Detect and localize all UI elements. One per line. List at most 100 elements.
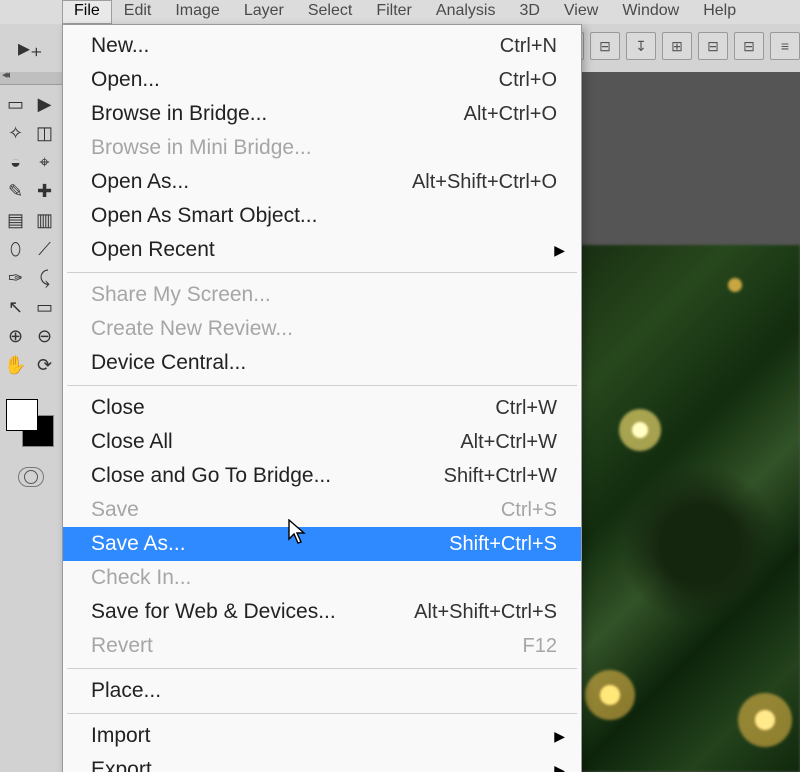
- menu-help[interactable]: Help: [691, 0, 748, 24]
- menu-separator: [67, 272, 577, 273]
- menu-item-close-and-go-to-bridge[interactable]: Close and Go To Bridge...Shift+Ctrl+W: [63, 459, 581, 493]
- tools-panel: ▭▶✧◫◒⌖✎✚▤▥⬯⟋✑⤹↖▭⊕⊖✋⟳: [0, 72, 63, 772]
- menu-item-export[interactable]: Export▶: [63, 753, 581, 772]
- tool-14[interactable]: ↖: [2, 294, 29, 321]
- menu-item-save-as[interactable]: Save As...Shift+Ctrl+S: [63, 527, 581, 561]
- submenu-arrow-icon: ▶: [554, 762, 565, 772]
- menu-item-shortcut: Alt+Ctrl+W: [460, 431, 557, 454]
- menu-item-close-all[interactable]: Close AllAlt+Ctrl+W: [63, 425, 581, 459]
- align-button-5[interactable]: ⊟: [698, 32, 728, 60]
- menu-item-label: Open...: [91, 68, 499, 92]
- menu-item-close[interactable]: CloseCtrl+W: [63, 391, 581, 425]
- menu-view[interactable]: View: [552, 0, 610, 24]
- menu-select[interactable]: Select: [296, 0, 364, 24]
- menu-item-label: Open As Smart Object...: [91, 204, 557, 228]
- menu-item-shortcut: Ctrl+O: [499, 69, 557, 92]
- menu-3d[interactable]: 3D: [507, 0, 551, 24]
- menu-item-create-new-review: Create New Review...: [63, 312, 581, 346]
- quick-mask-toggle[interactable]: [18, 467, 44, 487]
- menu-window[interactable]: Window: [610, 0, 691, 24]
- tool-8[interactable]: ▤: [2, 207, 29, 234]
- file-menu-dropdown: New...Ctrl+NOpen...Ctrl+OBrowse in Bridg…: [62, 24, 582, 772]
- menu-item-shortcut: F12: [523, 635, 557, 658]
- menu-item-save: SaveCtrl+S: [63, 493, 581, 527]
- photoshop-window: FileEditImageLayerSelectFilterAnalysis3D…: [0, 0, 800, 772]
- tool-16[interactable]: ⊕: [2, 323, 29, 350]
- menu-layer[interactable]: Layer: [232, 0, 296, 24]
- menu-item-shortcut: Ctrl+W: [495, 397, 557, 420]
- menu-item-label: Close and Go To Bridge...: [91, 464, 444, 488]
- menu-item-label: Save for Web & Devices...: [91, 600, 414, 624]
- menu-item-label: Browse in Mini Bridge...: [91, 136, 557, 160]
- menu-filter[interactable]: Filter: [364, 0, 424, 24]
- menu-item-shortcut: Alt+Shift+Ctrl+S: [414, 601, 557, 624]
- move-tool-icon: ▸₊: [18, 34, 43, 63]
- align-button-2[interactable]: ⊟: [590, 32, 620, 60]
- menu-item-browse-in-bridge[interactable]: Browse in Bridge...Alt+Ctrl+O: [63, 97, 581, 131]
- menu-item-device-central[interactable]: Device Central...: [63, 346, 581, 380]
- tool-9[interactable]: ▥: [31, 207, 58, 234]
- menu-item-label: Export: [91, 758, 557, 772]
- menu-item-share-my-screen: Share My Screen...: [63, 278, 581, 312]
- menu-file[interactable]: File: [62, 0, 112, 24]
- menu-item-place[interactable]: Place...: [63, 674, 581, 708]
- menu-item-shortcut: Alt+Shift+Ctrl+O: [412, 171, 557, 194]
- menu-item-shortcut: Ctrl+N: [500, 35, 557, 58]
- tool-19[interactable]: ⟳: [31, 352, 58, 379]
- menu-item-shortcut: Shift+Ctrl+S: [449, 533, 557, 556]
- menu-item-label: Device Central...: [91, 351, 557, 375]
- tool-18[interactable]: ✋: [2, 352, 29, 379]
- document-image[interactable]: [580, 245, 800, 772]
- tool-11[interactable]: ⟋: [31, 236, 58, 263]
- tool-13[interactable]: ⤹: [31, 265, 58, 292]
- align-button-4[interactable]: ⊞: [662, 32, 692, 60]
- menu-item-label: Revert: [91, 634, 523, 658]
- tool-2[interactable]: ✧: [2, 120, 29, 147]
- menu-item-open-recent[interactable]: Open Recent▶: [63, 233, 581, 267]
- foreground-color-swatch[interactable]: [6, 399, 38, 431]
- align-button-3[interactable]: ↧: [626, 32, 656, 60]
- menu-item-open[interactable]: Open...Ctrl+O: [63, 63, 581, 97]
- tool-6[interactable]: ✎: [2, 178, 29, 205]
- menu-item-label: Save As...: [91, 532, 449, 556]
- menu-edit[interactable]: Edit: [112, 0, 164, 24]
- align-button-6[interactable]: ⊟: [734, 32, 764, 60]
- submenu-arrow-icon: ▶: [554, 728, 565, 745]
- tool-1[interactable]: ▶: [31, 91, 58, 118]
- tool-7[interactable]: ✚: [31, 178, 58, 205]
- menu-image[interactable]: Image: [163, 0, 231, 24]
- tool-17[interactable]: ⊖: [31, 323, 58, 350]
- menu-item-browse-in-mini-bridge: Browse in Mini Bridge...: [63, 131, 581, 165]
- menu-item-label: New...: [91, 34, 500, 58]
- menu-item-import[interactable]: Import▶: [63, 719, 581, 753]
- tools-panel-header[interactable]: [0, 72, 62, 85]
- menu-item-label: Open As...: [91, 170, 412, 194]
- menu-item-open-as-smart-object[interactable]: Open As Smart Object...: [63, 199, 581, 233]
- tool-15[interactable]: ▭: [31, 294, 58, 321]
- menu-item-label: Check In...: [91, 566, 557, 590]
- menu-analysis[interactable]: Analysis: [424, 0, 508, 24]
- menu-item-shortcut: Shift+Ctrl+W: [444, 465, 557, 488]
- menu-item-save-for-web-devices[interactable]: Save for Web & Devices...Alt+Shift+Ctrl+…: [63, 595, 581, 629]
- submenu-arrow-icon: ▶: [554, 242, 565, 259]
- tool-12[interactable]: ✑: [2, 265, 29, 292]
- menu-item-shortcut: Alt+Ctrl+O: [464, 103, 557, 126]
- menu-item-shortcut: Ctrl+S: [501, 499, 557, 522]
- menu-item-label: Open Recent: [91, 238, 557, 262]
- color-swatch[interactable]: [6, 399, 56, 449]
- menu-separator: [67, 385, 577, 386]
- menu-item-label: Import: [91, 724, 557, 748]
- menu-item-check-in: Check In...: [63, 561, 581, 595]
- menu-item-label: Save: [91, 498, 501, 522]
- menu-item-open-as[interactable]: Open As...Alt+Shift+Ctrl+O: [63, 165, 581, 199]
- tool-5[interactable]: ⌖: [31, 149, 58, 176]
- tool-4[interactable]: ◒: [2, 149, 29, 176]
- tool-0[interactable]: ▭: [2, 91, 29, 118]
- menu-separator: [67, 668, 577, 669]
- menu-bar: FileEditImageLayerSelectFilterAnalysis3D…: [0, 0, 800, 25]
- tool-10[interactable]: ⬯: [2, 236, 29, 263]
- align-button-7[interactable]: ≡: [770, 32, 800, 60]
- tool-3[interactable]: ◫: [31, 120, 58, 147]
- menu-item-new[interactable]: New...Ctrl+N: [63, 29, 581, 63]
- menu-item-revert: RevertF12: [63, 629, 581, 663]
